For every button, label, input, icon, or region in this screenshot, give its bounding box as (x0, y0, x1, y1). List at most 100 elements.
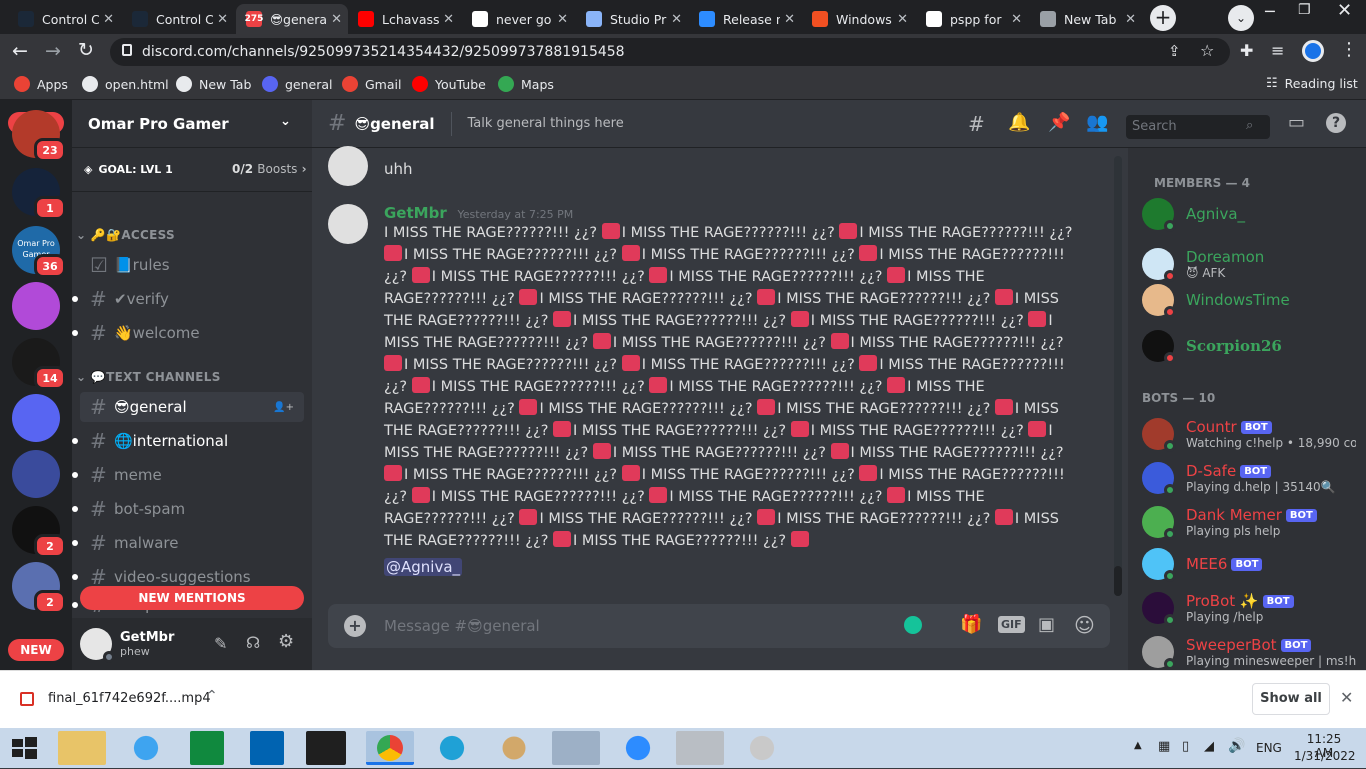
battery-icon[interactable]: ▯ (1182, 739, 1189, 754)
extensions-icon[interactable]: ✚ (1240, 41, 1253, 60)
message-input[interactable]: Message #😎general (384, 617, 540, 635)
settings-gear-icon[interactable]: ⚙ (278, 631, 294, 652)
close-icon[interactable]: ✕ (897, 12, 908, 27)
address-bar[interactable]: discord.com/channels/925099735214354432/… (110, 38, 1230, 66)
input-language[interactable]: ENG (1256, 741, 1282, 755)
store-icon[interactable] (190, 731, 224, 765)
close-icon[interactable]: ✕ (217, 12, 228, 27)
category-text-channels[interactable]: ⌄ 💬TEXT CHANNELS (76, 370, 221, 384)
bot-member-item[interactable]: D-Safe BOT Playing d.help | 35140🔍 (1142, 458, 1336, 498)
category-access[interactable]: ⌄ 🔑🔐ACCESS (76, 228, 175, 242)
defender-icon[interactable] (250, 731, 284, 765)
browser-tab[interactable]: New Tab ✕ (1030, 4, 1142, 34)
channel-item[interactable]: # meme (72, 460, 304, 490)
profile-avatar[interactable] (1302, 40, 1324, 62)
close-icon[interactable]: ✕ (784, 12, 795, 27)
channel-item[interactable]: # bot-spam (72, 494, 304, 524)
browser-tab[interactable]: Lchavass ✕ (348, 4, 460, 34)
new-tab-button[interactable]: + (1150, 5, 1176, 31)
sticker-icon[interactable]: ▣ (1038, 614, 1055, 635)
window-minimize-icon[interactable]: ─ (1265, 2, 1275, 21)
browser-tab[interactable]: Release n ✕ (689, 4, 801, 34)
server-icon[interactable]: 2 (12, 562, 66, 614)
emoji-icon[interactable]: ☺ (1074, 613, 1095, 637)
browser-tab[interactable]: Windows ✕ (802, 4, 914, 34)
bookmark-item[interactable]: YouTube (412, 76, 486, 92)
channel-item[interactable]: # 🌐international (72, 426, 304, 456)
member-list-icon[interactable]: 👥 (1086, 112, 1108, 133)
browser-tab[interactable]: Studio Pr ✕ (576, 4, 688, 34)
bookmark-star-icon[interactable]: ☆ (1200, 41, 1214, 60)
mute-mic-icon[interactable]: ✎ (214, 634, 227, 653)
help-icon[interactable]: ? (1326, 113, 1346, 133)
reading-list-button[interactable]: ☷ Reading list (1266, 76, 1358, 91)
window-restore-icon[interactable]: ❐ (1298, 2, 1311, 18)
volume-icon[interactable]: 🔊 (1228, 738, 1245, 754)
reload-icon[interactable]: ↻ (78, 39, 94, 61)
bot-member-item[interactable]: ProBot ✨ BOT Playing /help (1142, 588, 1294, 628)
server-icon[interactable] (12, 282, 60, 330)
chevron-up-icon[interactable]: ⌃ (206, 688, 218, 704)
bookmark-item[interactable]: New Tab (176, 76, 251, 92)
bookmark-item[interactable]: Gmail (342, 76, 401, 92)
server-icon[interactable]: 2 (12, 506, 66, 558)
bot-member-item[interactable]: CountrBOT Watching c!help • 18,990 cou... (1142, 414, 1356, 454)
browser-tab[interactable]: Control C ✕ (8, 4, 120, 34)
paint-icon[interactable] (490, 731, 538, 765)
close-icon[interactable]: ✕ (557, 12, 568, 27)
close-icon[interactable]: ✕ (443, 12, 454, 27)
message-composer[interactable]: + Message #😎general 🎁 GIF ▣ ☺ (328, 604, 1110, 648)
message-author[interactable]: GetMbr (384, 204, 447, 222)
bookmark-item[interactable]: Apps (14, 76, 68, 92)
edge-icon[interactable] (428, 731, 476, 765)
channel-item[interactable]: ☑ 📘rules (80, 250, 304, 280)
channel-item[interactable]: # ✔verify (72, 284, 304, 314)
show-all-button[interactable]: Show all (1252, 683, 1330, 715)
server-icon[interactable] (12, 394, 60, 442)
avatar[interactable] (80, 628, 115, 663)
resource-monitor-icon[interactable] (552, 731, 600, 765)
bookmark-item[interactable]: Maps (498, 76, 554, 92)
threads-icon[interactable]: # (968, 112, 985, 136)
upload-plus-icon[interactable]: + (344, 615, 366, 637)
close-icon[interactable]: ✕ (1011, 12, 1022, 27)
bookmark-item[interactable]: general (262, 76, 333, 92)
browser-tab[interactable]: Control C ✕ (122, 4, 234, 34)
member-item[interactable]: Agniva_ (1142, 194, 1245, 234)
zoom-icon[interactable] (614, 731, 662, 765)
member-item[interactable]: Scorpion26 (1142, 326, 1282, 366)
channel-item[interactable]: # malware (72, 528, 304, 558)
download-filename[interactable]: final_61f742e692f....mp4 (48, 691, 211, 706)
bookmark-item[interactable]: open.html (82, 76, 169, 92)
member-item[interactable]: WindowsTime (1142, 280, 1290, 320)
browser-tab[interactable]: never go ✕ (462, 4, 574, 34)
chat-scrollbar[interactable] (1114, 156, 1122, 596)
pinned-icon[interactable]: 📌 (1048, 112, 1070, 133)
back-icon[interactable]: ← (12, 40, 28, 62)
chrome-icon[interactable] (366, 731, 414, 765)
server-header[interactable]: Omar Pro Gamer ⌄ (72, 100, 312, 148)
menu-icon[interactable]: ⋮ (1340, 39, 1358, 60)
server-icon[interactable] (12, 450, 60, 498)
channel-item[interactable]: # 👋welcome (72, 318, 304, 348)
wifi-icon[interactable]: ◢ (1204, 739, 1214, 754)
command-prompt-icon[interactable] (306, 731, 346, 765)
avatar[interactable] (328, 146, 368, 186)
new-unreads-pill[interactable]: NEW (8, 639, 64, 661)
clock-date[interactable]: 1/31/2022 (1294, 749, 1356, 763)
tab-search-icon[interactable]: ⌄ (1228, 5, 1254, 31)
browser-tab[interactable]: pspp for ✕ (916, 4, 1028, 34)
tray-overflow-icon[interactable]: ▲ (1134, 740, 1142, 751)
gif-button[interactable]: GIF (998, 616, 1025, 633)
new-mentions-pill[interactable]: NEW MENTIONS (80, 586, 304, 610)
grammarly-icon[interactable] (904, 616, 922, 634)
channel-item[interactable]: # 😎general 👤+ (80, 392, 304, 422)
notification-bell-icon[interactable]: 🔔 (1008, 112, 1030, 133)
close-icon[interactable]: ✕ (1125, 12, 1136, 27)
bot-member-item[interactable]: MEE6 BOT (1142, 544, 1263, 584)
server-icon[interactable]: Omar Pro Gamer 36 (12, 226, 66, 278)
close-icon[interactable]: ✕ (1340, 688, 1353, 707)
invite-icon[interactable]: 👤+ (273, 402, 294, 413)
internet-explorer-icon[interactable] (122, 731, 170, 765)
window-close-icon[interactable]: ✕ (1337, 0, 1352, 21)
